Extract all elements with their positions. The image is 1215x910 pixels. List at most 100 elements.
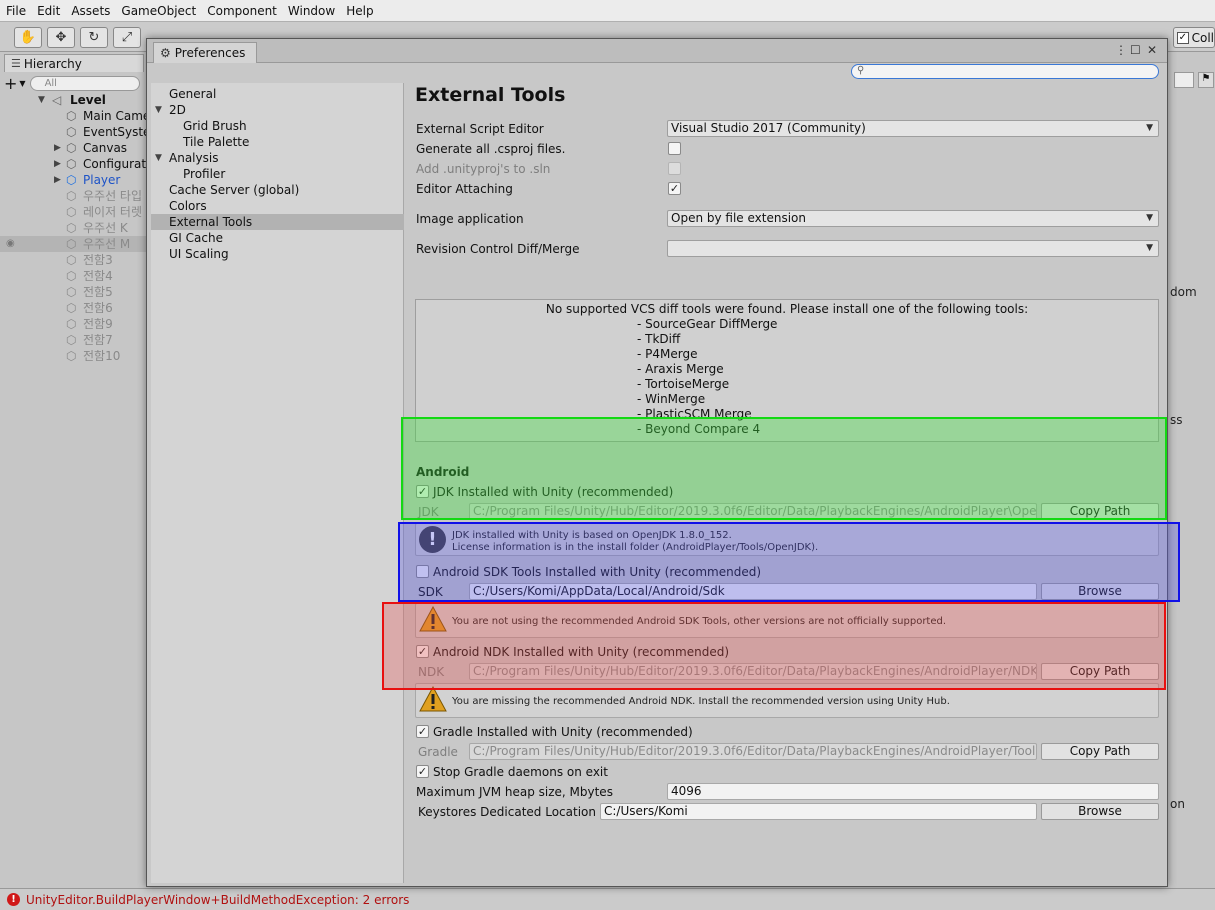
ndk-copy-path-button[interactable]: Copy Path (1041, 663, 1159, 680)
chevron-down-icon: ▼ (1146, 123, 1153, 133)
ndk-installed-checkbox[interactable]: ✓ (416, 645, 429, 658)
sdk-browse-button[interactable]: Browse (1041, 583, 1159, 600)
ndk-path-field: C:/Program Files/Unity/Hub/Editor/2019.3… (469, 663, 1037, 680)
keystores-browse-button[interactable]: Browse (1041, 803, 1159, 820)
rotate-icon[interactable]: ↻ (80, 27, 108, 48)
hierarchy-panel: ☰ Hierarchy + ▼ All ▼ ◁ Level ⬡ Main Came ⬡ Ev… (0, 52, 150, 888)
vcs-tool-item: - TkDiff (637, 332, 681, 346)
expand-arrow-icon[interactable]: ▶ (54, 156, 61, 172)
sidebar-item[interactable]: Cache Server (global) (151, 182, 404, 198)
image-application-dropdown[interactable]: Open by file extension ▼ (667, 210, 1159, 227)
stop-gradle-checkbox[interactable]: ✓ (416, 765, 429, 778)
hierarchy-item[interactable]: ◉ ⬡ 우주선 M (0, 236, 150, 252)
hierarchy-item[interactable]: ⬡ 전함5 (0, 284, 150, 300)
menu-item[interactable]: Component (207, 4, 277, 18)
hierarchy-item-label: 전함7 (83, 333, 113, 347)
hierarchy-item[interactable]: ⬡ 우주선 K (0, 220, 150, 236)
hierarchy-search-input[interactable]: All (29, 75, 140, 91)
scale-icon[interactable]: ⤢ (113, 27, 141, 48)
jdk-copy-path-button[interactable]: Copy Path (1041, 503, 1159, 520)
hierarchy-item[interactable]: ⬡ 전함3 (0, 252, 150, 268)
hand-icon[interactable]: ✋ (14, 27, 42, 48)
sidebar-item[interactable]: External Tools (151, 214, 404, 230)
hierarchy-item[interactable]: ⬡ 레이저 터렛 (0, 204, 150, 220)
hierarchy-item[interactable]: ⬡ 전함10 (0, 348, 150, 364)
hierarchy-item-label: Player (83, 173, 121, 187)
sidebar-item[interactable]: UI Scaling (151, 246, 404, 262)
hierarchy-item[interactable]: ⬡ Main Came (0, 108, 150, 124)
sidebar-item[interactable]: Grid Brush (151, 118, 404, 134)
expand-arrow-icon[interactable]: ▼ (155, 102, 162, 118)
inspector-search-input[interactable] (1174, 72, 1194, 88)
hierarchy-item[interactable]: ▼ ◁ Level (0, 92, 150, 108)
sidebar-item[interactable]: GI Cache (151, 230, 404, 246)
jdk-info-line: JDK installed with Unity is based on Ope… (452, 530, 732, 541)
expand-arrow-icon[interactable]: ▶ (54, 172, 61, 188)
hierarchy-item-label: EventSyste (83, 125, 150, 139)
hierarchy-item[interactable]: ⬡ 전함4 (0, 268, 150, 284)
close-icon[interactable]: ✕ (1147, 43, 1157, 57)
menu-item[interactable]: Help (346, 4, 373, 18)
more-options-icon[interactable]: ⋮ (1115, 43, 1127, 57)
hierarchy-tab[interactable]: ☰ Hierarchy (4, 54, 144, 72)
title-bar[interactable]: ⚙ Preferences ⋮ ☐ ✕ (147, 39, 1167, 63)
gradle-copy-path-button[interactable]: Copy Path (1041, 743, 1159, 760)
sdk-path-field[interactable]: C:/Users/Komi/AppData/Local/Android/Sdk (469, 583, 1037, 600)
revision-control-dropdown[interactable]: ▼ (667, 240, 1159, 257)
status-message: UnityEditor.BuildPlayerWindow+BuildMetho… (26, 892, 410, 907)
hierarchy-item[interactable]: ▶ ⬡ Canvas (0, 140, 150, 156)
external-script-editor-dropdown[interactable]: Visual Studio 2017 (Community) ▼ (667, 120, 1159, 137)
sdk-installed-checkbox[interactable] (416, 565, 429, 578)
sidebar-item[interactable]: Tile Palette (151, 134, 404, 150)
chevron-down-icon[interactable]: ▼ (19, 79, 25, 88)
menu-item[interactable]: File (6, 4, 26, 18)
gameobject-icon: ⬡ (66, 269, 77, 283)
preferences-search-input[interactable]: ⚲ (851, 64, 1159, 79)
hierarchy-item-label: 전함3 (83, 253, 113, 267)
hierarchy-item[interactable]: ⬡ 전함6 (0, 300, 150, 316)
expand-arrow-icon[interactable]: ▼ (155, 150, 162, 166)
hierarchy-item[interactable]: ▶ ⬡ Player (0, 172, 150, 188)
sidebar-item-label: Profiler (183, 167, 226, 181)
maximize-icon[interactable]: ☐ (1130, 43, 1141, 57)
jvm-heap-input[interactable]: 4096 (667, 783, 1159, 800)
generate-csproj-label: Generate all .csproj files. (416, 142, 566, 156)
keystores-path-field[interactable]: C:/Users/Komi (600, 803, 1037, 820)
menu-item[interactable]: GameObject (121, 4, 196, 18)
sidebar-item-label: UI Scaling (169, 247, 229, 261)
hierarchy-item[interactable]: ⬡ 전함9 (0, 316, 150, 332)
expand-arrow-icon[interactable]: ▶ (54, 140, 61, 156)
gradle-installed-checkbox[interactable]: ✓ (416, 725, 429, 738)
sidebar-item[interactable]: ▼ Analysis (151, 150, 404, 166)
sidebar-item[interactable]: Profiler (151, 166, 404, 182)
hierarchy-item[interactable]: ▶ ⬡ Configurati (0, 156, 150, 172)
android-section-heading: Android (416, 465, 470, 479)
sidebar-item[interactable]: Colors (151, 198, 404, 214)
menu-bar: File Edit Assets GameObject Component Window H… (0, 0, 1215, 22)
menu-item[interactable]: Assets (71, 4, 110, 18)
hierarchy-item[interactable]: ⬡ 우주선 타입 (0, 188, 150, 204)
preferences-tab[interactable]: ⚙ Preferences (153, 42, 257, 63)
sidebar-item-label: GI Cache (169, 231, 223, 245)
gameobject-icon: ⬡ (66, 157, 77, 171)
hierarchy-item[interactable]: ⬡ EventSyste (0, 124, 150, 140)
preferences-content: External Tools External Script Editor Vi… (405, 83, 1165, 883)
editor-attaching-checkbox[interactable]: ✓ (668, 182, 681, 195)
vcs-tool-item: - TortoiseMerge (637, 377, 730, 391)
gameobject-icon: ⬡ (66, 317, 77, 331)
menu-item[interactable]: Edit (37, 4, 60, 18)
jdk-installed-checkbox[interactable]: ✓ (416, 485, 429, 498)
generate-csproj-checkbox[interactable] (668, 142, 681, 155)
sidebar-item[interactable]: General (151, 86, 404, 102)
status-bar[interactable]: ! UnityEditor.BuildPlayerWindow+BuildMet… (0, 888, 1215, 910)
visibility-icon[interactable]: ◉ (6, 236, 15, 252)
hierarchy-list: ▼ ◁ Level ⬡ Main Came ⬡ EventSyste ▶ ⬡ Canvas ▶ ⬡ Co… (0, 92, 150, 364)
expand-arrow-icon[interactable]: ▼ (38, 92, 45, 108)
hierarchy-item[interactable]: ⬡ 전함7 (0, 332, 150, 348)
move-icon[interactable]: ✥ (47, 27, 75, 48)
sidebar-item[interactable]: ▼ 2D (151, 102, 404, 118)
lock-icon[interactable]: ⚑ (1198, 72, 1214, 88)
menu-item[interactable]: Window (288, 4, 335, 18)
add-icon[interactable]: + (4, 74, 17, 93)
collab-button[interactable]: ✓ Coll (1173, 27, 1215, 48)
